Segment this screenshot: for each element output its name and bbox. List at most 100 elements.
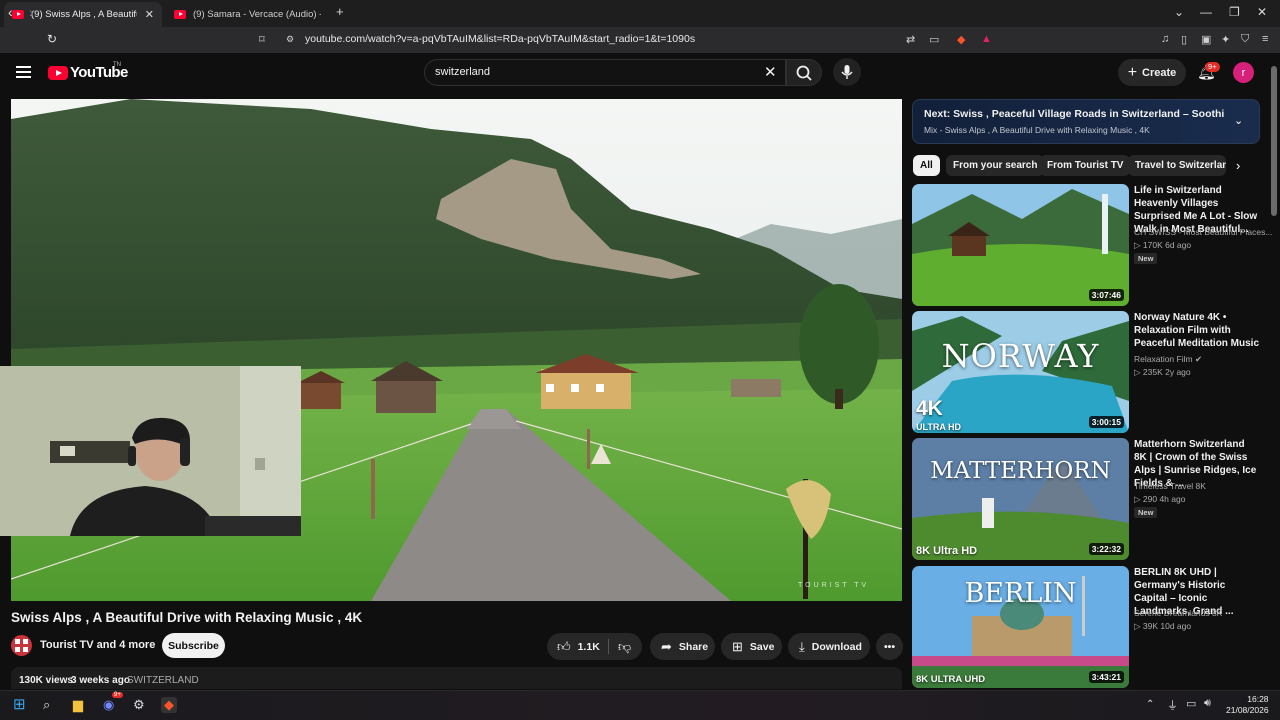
chevron-down-icon[interactable]: ⌄ bbox=[1234, 114, 1243, 127]
hamburger-menu-icon[interactable] bbox=[16, 66, 31, 81]
share-button[interactable]: ➦ Share bbox=[650, 633, 715, 660]
recommendation-title[interactable]: Norway Nature 4K • Relaxation Film with … bbox=[1134, 311, 1260, 350]
tab-list-chevron-icon[interactable]: ⌄ bbox=[1174, 5, 1184, 19]
video-duration: 3:22:32 bbox=[1088, 543, 1124, 555]
youtube-region-code: TN bbox=[113, 62, 121, 68]
chevron-right-icon[interactable]: › bbox=[1236, 158, 1240, 173]
maximize-icon[interactable]: ❐ bbox=[1229, 5, 1240, 19]
create-label: Create bbox=[1142, 66, 1177, 79]
recommendation-channel[interactable]: Relaxation Film ✔ bbox=[1134, 354, 1202, 365]
windows-start-icon[interactable]: ⊞ bbox=[13, 695, 26, 713]
thumbnail-resolution: 8K ULTRA UHD bbox=[916, 674, 986, 685]
new-tab-button[interactable]: + bbox=[336, 4, 344, 19]
back-icon[interactable]: ‹ bbox=[8, 4, 13, 20]
video-tag[interactable]: SWITZERLAND bbox=[127, 675, 199, 686]
chip-travel-to-switzerland[interactable]: Travel to Switzerland bbox=[1128, 155, 1226, 176]
youtube-logo-icon[interactable] bbox=[48, 66, 68, 80]
search-button[interactable] bbox=[786, 59, 822, 86]
recommendation-channel[interactable]: Timeless Travel 8K bbox=[1134, 481, 1206, 491]
search-input[interactable]: switzerland bbox=[435, 66, 490, 78]
video-duration: 3:43:21 bbox=[1088, 671, 1124, 683]
dislike-button[interactable]: 👎︎ bbox=[609, 633, 642, 660]
create-button[interactable]: + Create bbox=[1118, 59, 1186, 86]
save-label: Save bbox=[749, 640, 775, 653]
channel-name[interactable]: Tourist TV and 4 more bbox=[40, 639, 155, 651]
subscribe-button[interactable]: Subscribe bbox=[162, 633, 225, 658]
up-next-banner[interactable] bbox=[912, 99, 1260, 144]
taskbar-search-icon[interactable]: ⌕ bbox=[43, 697, 50, 713]
taskbar-clock[interactable]: 16:28 21/08/2026 bbox=[1226, 694, 1269, 716]
translate-icon[interactable]: ⇄ bbox=[906, 33, 915, 46]
browser-menu-icon[interactable]: ≡ bbox=[1262, 33, 1268, 45]
clock-date: 21/08/2026 bbox=[1226, 705, 1269, 715]
minimize-icon[interactable]: — bbox=[1200, 5, 1212, 19]
clear-search-icon[interactable]: ✕ bbox=[764, 63, 777, 81]
chip-from-tourist-tv[interactable]: From Tourist TV bbox=[1040, 155, 1131, 176]
thumbnail-text: MATTERHORN bbox=[930, 458, 1111, 484]
thumbs-down-icon: 👎︎ bbox=[618, 638, 632, 654]
volume-icon[interactable]: 🔊︎ bbox=[1204, 697, 1211, 710]
more-horizontal-icon: ••• bbox=[883, 640, 896, 653]
video-duration: 3:00:15 bbox=[1088, 416, 1124, 428]
thumbnail-image bbox=[912, 438, 1129, 560]
discord-icon[interactable]: ◉ bbox=[103, 697, 114, 713]
steam-icon[interactable]: ⚙ bbox=[133, 697, 145, 713]
search-icon bbox=[796, 65, 812, 81]
close-window-icon[interactable]: ✕ bbox=[1257, 5, 1267, 19]
bookmark-icon[interactable]: ⌑ bbox=[259, 33, 265, 46]
url-field[interactable]: youtube.com/watch?v=a-pqVbTAuIM&list=RDa… bbox=[305, 33, 695, 45]
recommendation-thumbnail[interactable]: MATTERHORN 8K Ultra HD 3:22:32 bbox=[912, 438, 1129, 560]
download-label: Download bbox=[811, 640, 862, 653]
forward-icon[interactable]: › bbox=[29, 4, 34, 20]
recommendation-meta: ▷ 170K 6d ago bbox=[1134, 240, 1192, 250]
like-button[interactable]: 👍︎ 1.1K bbox=[547, 633, 608, 660]
page-scrollbar[interactable] bbox=[1271, 66, 1277, 216]
recommendation-channel[interactable]: Serene Dreamlands 8K bbox=[1134, 608, 1222, 618]
wallet-icon[interactable]: ▣ bbox=[1201, 33, 1211, 46]
thumbs-up-icon: 👍︎ bbox=[557, 638, 571, 654]
leo-ai-icon[interactable]: ✦ bbox=[1221, 33, 1230, 46]
clock-time: 16:28 bbox=[1247, 694, 1269, 704]
brave-shields-icon[interactable]: ◆ bbox=[957, 33, 965, 46]
brave-rewards-icon[interactable]: ▲ bbox=[981, 33, 992, 45]
save-playlist-icon: ⊞ bbox=[732, 638, 743, 654]
chip-all[interactable]: All bbox=[913, 155, 940, 176]
vpn-icon[interactable]: ⛉ bbox=[1241, 33, 1249, 46]
browser-tab[interactable]: (9) Samara - Vercace (Audio) - YouTu bbox=[166, 2, 332, 27]
thumbnail-resolution-sub: ULTRA HD bbox=[916, 422, 961, 432]
close-tab-icon[interactable]: ✕ bbox=[145, 8, 154, 21]
reload-icon[interactable]: ↻ bbox=[47, 32, 57, 46]
brave-browser-taskbar-icon[interactable]: ◆ bbox=[161, 697, 177, 713]
channel-avatar[interactable] bbox=[11, 635, 32, 656]
up-next-title[interactable]: Next: Swiss , Peaceful Village Roads in … bbox=[924, 108, 1224, 120]
more-actions-button[interactable]: ••• bbox=[876, 633, 903, 660]
browser-tab-active[interactable]: (9) Swiss Alps , A Beautiful Drive ✕ bbox=[4, 2, 162, 27]
file-explorer-icon[interactable]: ▆ bbox=[73, 697, 83, 713]
network-icon[interactable]: ▭ bbox=[1186, 697, 1196, 710]
microphone-icon bbox=[841, 65, 853, 79]
recommendation-thumbnail[interactable]: BERLIN 8K ULTRA UHD 3:43:21 bbox=[912, 566, 1129, 688]
recommendation-channel[interactable]: CH SWISS - Most Beautiful Places... bbox=[1134, 227, 1272, 237]
notifications-badge: 9+ bbox=[1205, 62, 1220, 72]
recommendation-thumbnail[interactable]: 3:07:46 bbox=[912, 184, 1129, 306]
download-button[interactable]: ⤓ Download bbox=[788, 633, 870, 660]
site-info-icon[interactable]: ⚙ bbox=[286, 34, 294, 45]
recommendation-thumbnail[interactable]: NORWAY 4K ULTRA HD 3:00:15 bbox=[912, 311, 1129, 433]
tray-overflow-icon[interactable]: ⌃ bbox=[1146, 699, 1154, 710]
recommendation-meta: ▷ 39K 10d ago bbox=[1134, 621, 1192, 631]
media-icon[interactable]: ♫ bbox=[1161, 33, 1169, 45]
verified-icon: ✔ bbox=[1194, 354, 1203, 364]
thumbnail-resolution: 4K bbox=[916, 397, 943, 420]
sidebar-icon[interactable]: ▯ bbox=[1181, 33, 1187, 46]
thumbnail-text: BERLIN bbox=[964, 578, 1077, 609]
account-avatar[interactable]: r bbox=[1233, 62, 1254, 83]
cast-icon[interactable]: ▭ bbox=[929, 33, 939, 46]
tab-title: (9) Samara - Vercace (Audio) - YouTu bbox=[193, 9, 321, 20]
chip-from-your-search[interactable]: From your search bbox=[946, 155, 1045, 176]
voice-search-button[interactable] bbox=[833, 58, 861, 86]
view-count: 130K views bbox=[19, 675, 73, 686]
new-badge: New bbox=[1134, 507, 1158, 518]
microphone-tray-icon[interactable]: ⏚ bbox=[1167, 697, 1178, 713]
save-button[interactable]: ⊞ Save bbox=[721, 633, 782, 660]
youtube-favicon-icon bbox=[12, 10, 24, 19]
